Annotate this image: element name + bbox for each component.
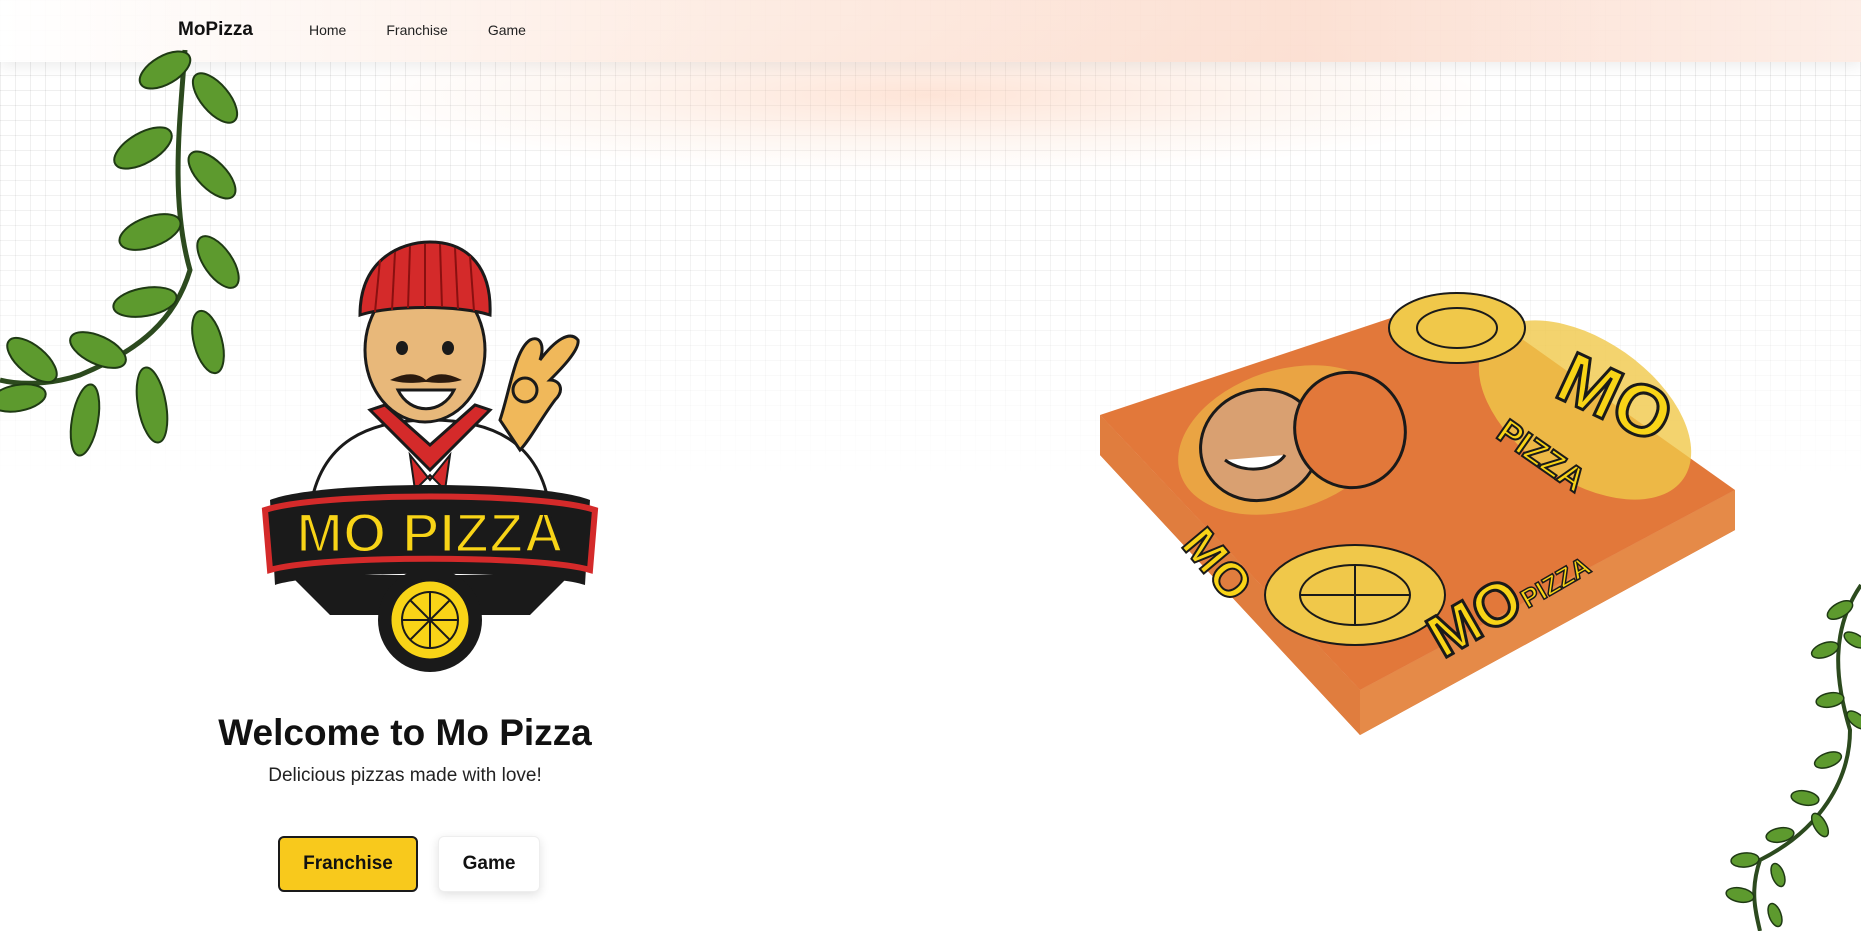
logo-text: MO PIZZA [296, 501, 564, 564]
game-button[interactable]: Game [438, 836, 540, 892]
nav-links: Home Franchise Game [309, 22, 566, 38]
chef-logo-icon: MO PIZZA [261, 240, 599, 672]
nav-link-franchise[interactable]: Franchise [386, 22, 447, 38]
navbar: MoPizza Home Franchise Game [0, 0, 1861, 62]
nav-link-game[interactable]: Game [488, 22, 526, 38]
pizza-box-icon: MO PIZZA MO PIZZA MO [1100, 292, 1735, 735]
nav-link-home[interactable]: Home [309, 22, 346, 38]
vine-leaves-icon [0, 49, 240, 457]
hero-title: Welcome to Mo Pizza [218, 712, 592, 753]
franchise-button[interactable]: Franchise [278, 836, 418, 892]
vine-leaves-right-icon [1725, 583, 1861, 931]
hero-subtitle: Delicious pizzas made with love! [268, 765, 542, 786]
